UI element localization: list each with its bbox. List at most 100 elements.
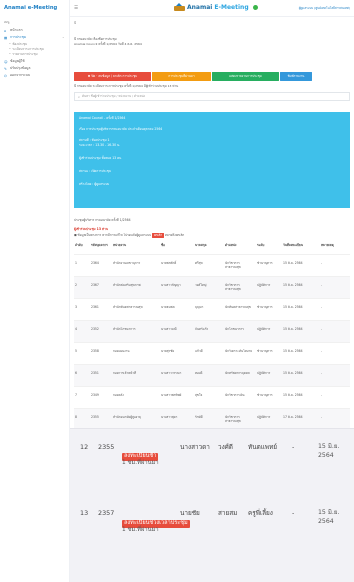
cell-no: 13 — [80, 509, 89, 517]
cell-subtext: 1 ชม.ที่ผ่านมา — [122, 527, 159, 533]
legend-line: ◼ ข้อมูลเป็นทางการ หากมีการแก้ไข โปรดแจ้… — [74, 233, 184, 238]
cell-code: 2357 — [98, 509, 115, 517]
table-row[interactable]: 3 2361 สำนักทันตสาธารณสุข นายธนพล บุญมา นักทั… — [74, 297, 350, 320]
cell-first-name: นางสาวสุดา — [160, 407, 194, 430]
cell-last-name: รักษ์ดี — [194, 407, 224, 430]
table-row[interactable]: 4 2352 สำนักโภชนาการ นางสาวมณี จันทร์แก้ว นัก… — [74, 319, 350, 342]
app-title: Anamai E-Meeting — [187, 4, 249, 11]
cell-code: 2349 — [90, 385, 112, 408]
col-header[interactable]: ตำแหน่ง — [224, 242, 256, 254]
breadcrumb[interactable]: นี่ — [74, 21, 76, 26]
col-header[interactable]: วันที่ลงทะเบียน — [282, 242, 320, 254]
user-menu[interactable]: ผู้ดูแลระบบ (ศูนย์เทคโนโลยีสารสนเทศ) — [299, 6, 350, 11]
cell-code: 2358 — [90, 341, 112, 364]
globe-icon — [252, 4, 258, 10]
table-row[interactable]: 2 2367 สำนักส่งเสริมสุขภาพ นางสาวกัญญา วงศ์ใ… — [74, 275, 350, 298]
meeting-info-panel: Anamai Council - ครั้งที่ 1/2564 เรื่อง … — [74, 112, 350, 208]
cancel-meeting-button[interactable]: ✖ ปิด · ลบข้อมูล / ยกเลิก การประชุม — [74, 72, 151, 81]
table-row[interactable]: 8 2355 สำนักอนามัยผู้สูงอายุ นางสาวสุดา รักษ… — [74, 407, 350, 430]
cell-note: - — [320, 341, 350, 364]
cell-first-name: นางสาวมณี — [160, 319, 194, 342]
sidebar-subitem-report[interactable]: รายงานการประชุม — [9, 52, 37, 57]
panel-line: Anamai Council - ครั้งที่ 1/2564 — [79, 116, 126, 120]
cell-date: 15 มิ.ย. 2564 — [282, 341, 320, 364]
home-icon: ⌂ — [4, 28, 7, 33]
cell-last-name: วงศ์ใหญ่ — [194, 275, 224, 298]
cell-code: 2367 — [90, 275, 112, 298]
search-placeholder: ค้นหา ชื่อผู้เข้าร่วมประชุม / หน่วยงาน /… — [82, 94, 146, 98]
legend-text-2: หมายถึงยกเลิก — [164, 233, 185, 237]
col-header[interactable]: หน่วยงาน — [112, 242, 160, 254]
app-title-accent: E-Meeting — [214, 3, 249, 11]
cell-department: กองคลัง — [112, 385, 160, 408]
table-row[interactable]: 5 2358 กองแผนงาน นายสุรชัย แก้วดี นักวิเคราะห… — [74, 341, 350, 364]
sidebar-item-label: การประชุม — [10, 35, 27, 39]
cell-date: 15 มิ.ย. 2564 — [282, 319, 320, 342]
cell-first-name: นายสุรชัย — [160, 341, 194, 364]
panel-line: สถานะ : เปิดการประชุม — [79, 169, 112, 173]
sidebar-item-label: ออกจากระบบ — [10, 73, 31, 77]
col-header[interactable]: ระดับ — [256, 242, 282, 254]
sidebar-item-label: หน้าแรก — [10, 28, 23, 32]
show-report-button[interactable]: แสดงรายงานการประชุม — [212, 72, 279, 81]
search-input[interactable]: ⌕ ค้นหา ชื่อผู้เข้าร่วมประชุม / หน่วยงาน… — [74, 92, 350, 101]
panel-line: ผู้เข้าร่วมประชุม ทั้งหมด 13 คน — [79, 156, 122, 160]
brand-name[interactable]: Anamai e-Meeting — [4, 5, 57, 11]
sidebar-item-edit[interactable]: ✎ ปรับปรุงข้อมูล — [4, 66, 30, 71]
cell-first-name: นายพรศักดิ์ — [160, 253, 194, 276]
col-header[interactable]: หมายเหตุ — [320, 242, 350, 254]
col-header[interactable]: นามสกุล — [194, 242, 224, 254]
menu-icon[interactable]: ☰ — [74, 6, 78, 11]
cell-no: 7 — [74, 385, 90, 408]
legend-badge: ยกเลิก — [152, 233, 164, 238]
cell-level: ปฏิบัติการ — [256, 363, 282, 386]
table-row[interactable]: 13 2357 ลงทะเบียนช่วงเวลาประชุม 1 ชม.ที่… — [70, 509, 354, 569]
cell-last-name: บุญมา — [194, 297, 224, 320]
cell-level: ปฏิบัติการ — [256, 407, 282, 430]
cell-first-name: นายธนพล — [160, 297, 194, 320]
sidebar-item-user[interactable]: ☺ ข้อมูลผู้ใช้ — [4, 59, 25, 64]
cell-note: - — [320, 385, 350, 408]
sidebar-item-label: ข้อมูลผู้ใช้ — [10, 59, 25, 63]
legend-text: ◼ ข้อมูลเป็นทางการ หากมีการแก้ไข โปรดแจ้… — [74, 233, 152, 237]
col-header[interactable]: ลำดับ — [74, 242, 90, 254]
cell-date: 15 มิ.ย. 2564 — [282, 363, 320, 386]
table-row[interactable]: 1 2364 สำนักงานเลขานุการ นายพรศักดิ์ ศรีสุขน… — [74, 253, 350, 276]
cell-date: 15 มิ.ย. — [318, 509, 340, 516]
cell-no: 5 — [74, 341, 90, 364]
cell-level: ปฏิบัติการ — [256, 275, 282, 298]
sidebar-item-home[interactable]: ⌂ หน้าแรก — [4, 28, 23, 33]
cell-level: ชำนาญการ — [256, 341, 282, 364]
cell-note: - — [320, 297, 350, 320]
cell-department: สำนักโภชนาการ — [112, 319, 160, 342]
table-row[interactable]: 7 2349 กองคลัง นางสาวพรทิพย์ สุขใจ นักวิชาการ… — [74, 385, 350, 408]
cell-code: 2364 — [90, 253, 112, 276]
meeting-title-line: Anamai Council ครั้งที่ 1/2564 วันที่ 4 … — [74, 42, 142, 46]
cell-first-name: นายชัย — [180, 509, 200, 517]
cell-year: 2564 — [318, 452, 334, 459]
cell-last-name: ศรีสุข — [194, 253, 224, 276]
cell-first-name: นางสาวพรทิพย์ — [160, 385, 194, 408]
sidebar-item-logout[interactable]: ⏻ ออกจากระบบ — [4, 73, 30, 78]
past-meetings-button[interactable]: การประชุมที่ผ่านมา — [152, 72, 211, 81]
cell-last-name: จันทร์แก้ว — [194, 319, 224, 342]
cell-position: ทันตแพทย์ — [248, 443, 278, 451]
table-row[interactable]: 12 2355 ลงทะเบียนช้า 1 ชม.ที่ผ่านมา นางส… — [70, 443, 354, 503]
chevron-down-icon[interactable]: ⌄ — [62, 35, 65, 39]
cell-no: 12 — [80, 443, 89, 451]
col-header[interactable]: ชื่อ — [160, 242, 194, 254]
cell-last-name: สายสม — [218, 509, 238, 517]
zoomed-rows-panel: 12 2355 ลงทะเบียนช้า 1 ชม.ที่ผ่านมา นางส… — [70, 428, 354, 582]
cell-date: 15 มิ.ย. 2564 — [282, 275, 320, 298]
app-logo[interactable]: Anamai E-Meeting — [174, 3, 258, 11]
print-report-button[interactable]: พิมพ์รายงาน — [280, 72, 312, 81]
cell-no: 1 — [74, 253, 90, 276]
logout-icon: ⏻ — [4, 73, 7, 78]
cell-level: - — [292, 509, 295, 517]
cell-last-name: สุขใจ — [194, 385, 224, 408]
sidebar-item-meeting[interactable]: ▦ การประชุม — [4, 35, 26, 40]
col-header[interactable]: รหัสบุคลากร — [90, 242, 112, 254]
attendee-count: ผู้เข้าร่วมประชุม 13 ท่าน — [74, 227, 108, 231]
table-row[interactable]: 6 2351 กองการเจ้าหน้าที่ นางสาววรรณา ทองดี นั… — [74, 363, 350, 386]
agenda-note: นี่ กรมอนามัย ระเบียบวาระการประชุม ครั้ง… — [74, 84, 179, 88]
